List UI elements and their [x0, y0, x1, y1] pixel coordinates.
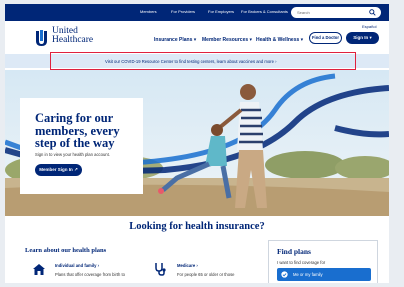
house-icon: [33, 264, 45, 275]
plan-title-individual-label: Individual and family: [55, 263, 97, 268]
chevron-down-icon: ▾: [300, 37, 304, 43]
plan-title-medicare-label: Medicare: [177, 263, 196, 268]
brand-logo-text[interactable]: United Healthcare: [52, 26, 112, 45]
sign-in-label: Sign In: [353, 35, 369, 40]
nav-member-resources[interactable]: Member Resources ▾: [202, 37, 252, 43]
member-sign-in-label: Member Sign In: [39, 167, 73, 172]
banner-highlight-box: [50, 52, 356, 70]
utility-link-employers[interactable]: For Employers: [208, 9, 234, 14]
find-plans-panel: Find plans I want to find coverage for M…: [268, 240, 378, 283]
chevron-down-icon: ▾: [193, 37, 197, 43]
chevron-down-icon: ▾: [369, 35, 372, 40]
site-header: United Healthcare Español Insurance Plan…: [5, 21, 389, 52]
search-placeholder: Search: [297, 10, 310, 15]
hero-section: Caring for our members, every step of th…: [5, 70, 389, 216]
hero-subtitle: Sign in to view your health plan account…: [35, 152, 110, 157]
search-icon[interactable]: [369, 9, 376, 16]
learn-heading: Learn about our health plans: [25, 247, 107, 254]
plan-title-medicare[interactable]: Medicare ›: [177, 263, 198, 268]
utility-link-brokers[interactable]: For Brokers & Consultants: [241, 9, 288, 14]
coverage-option-label: Me or my family: [293, 272, 323, 277]
hero-title: Caring for our members, every step of th…: [35, 111, 120, 150]
brand-line-2: Healthcare: [52, 35, 94, 45]
arrow-right-icon: ›: [196, 263, 198, 268]
nav-insurance-plans[interactable]: Insurance Plans ▾: [154, 37, 196, 43]
nav-insurance-plans-label: Insurance Plans: [154, 37, 193, 43]
main-headline: Looking for health insurance?: [129, 221, 265, 232]
plan-title-individual[interactable]: Individual and family ›: [55, 263, 99, 268]
sign-in-button[interactable]: Sign In ▾: [346, 32, 379, 44]
find-plans-title: Find plans: [277, 247, 311, 256]
nav-health-wellness[interactable]: Health & Wellness ▾: [256, 37, 303, 43]
find-doctor-button[interactable]: Find a Doctor: [309, 32, 342, 44]
browser-page: Members For Providers For Employers For …: [5, 4, 389, 283]
search-input[interactable]: Search: [291, 7, 381, 18]
utility-link-providers[interactable]: For Providers: [171, 9, 195, 14]
brand-logo-icon[interactable]: [35, 29, 48, 47]
utility-link-members[interactable]: Members: [140, 9, 157, 14]
member-sign-in-button[interactable]: Member Sign In ↗: [35, 164, 82, 176]
nav-member-resources-label: Member Resources: [202, 37, 249, 43]
coverage-option-me-family[interactable]: Me or my family: [277, 268, 371, 281]
plan-desc-individual: Plans that offer coverage from birth to: [55, 272, 125, 277]
stethoscope-icon: [155, 263, 166, 276]
utility-bar: Members For Providers For Employers For …: [5, 4, 389, 21]
external-link-icon: ↗: [74, 167, 78, 172]
plan-desc-medicare: For people 65 or older or those: [177, 272, 235, 277]
hero-card: Caring for our members, every step of th…: [20, 98, 143, 194]
nav-health-wellness-label: Health & Wellness: [256, 37, 300, 43]
checkmark-icon: [281, 271, 288, 278]
arrow-right-icon: ›: [97, 263, 99, 268]
find-plans-question: I want to find coverage for: [277, 260, 326, 265]
language-link-espanol[interactable]: Español: [362, 24, 376, 29]
chevron-down-icon: ▾: [249, 37, 253, 43]
